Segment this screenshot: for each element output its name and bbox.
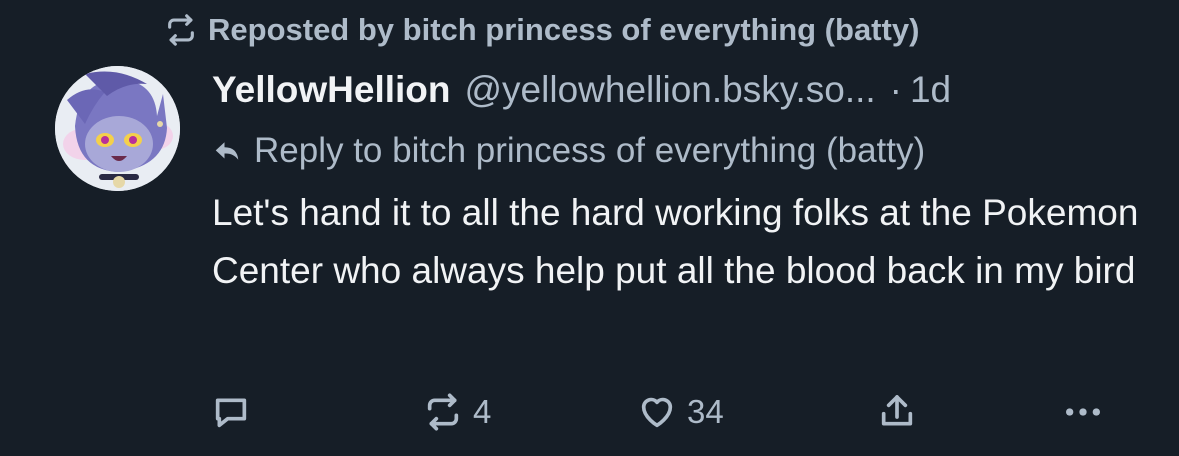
post-time[interactable]: 1d <box>910 64 951 116</box>
repost-indicator[interactable]: Reposted by bitch princess of everything… <box>164 8 919 52</box>
post-content: YellowHellion @yellowhellion.bsky.so... … <box>212 64 1152 300</box>
repost-icon <box>427 393 459 431</box>
share-icon <box>881 395 913 426</box>
post-header: YellowHellion @yellowhellion.bsky.so... … <box>212 64 1152 116</box>
more-button[interactable] <box>1063 384 1103 440</box>
repost-icon <box>168 14 194 46</box>
heart-icon <box>641 397 673 428</box>
avatar[interactable] <box>55 66 180 191</box>
reply-arrow-icon <box>215 142 239 160</box>
comment-button[interactable] <box>211 384 251 440</box>
reply-context[interactable]: Reply to bitch princess of everything (b… <box>212 126 1152 176</box>
reply-text: Reply to bitch princess of everything (b… <box>254 131 926 170</box>
share-button[interactable] <box>877 384 917 440</box>
avatar-image <box>55 66 180 191</box>
author-handle[interactable]: @yellowhellion.bsky.so... <box>465 64 876 116</box>
like-count: 34 <box>687 393 724 430</box>
post-text: Let's hand it to all the hard working fo… <box>212 192 1139 291</box>
repost-count: 4 <box>473 393 492 430</box>
repost-text: Reposted by bitch princess of everything… <box>208 12 920 47</box>
like-button[interactable]: 34 <box>637 384 724 440</box>
more-icon <box>1066 408 1100 416</box>
comment-icon <box>215 398 247 428</box>
author-name[interactable]: YellowHellion <box>212 64 451 116</box>
repost-button[interactable]: 4 <box>423 384 491 440</box>
separator: · <box>889 69 902 110</box>
action-bar: 4 34 <box>205 384 1125 440</box>
